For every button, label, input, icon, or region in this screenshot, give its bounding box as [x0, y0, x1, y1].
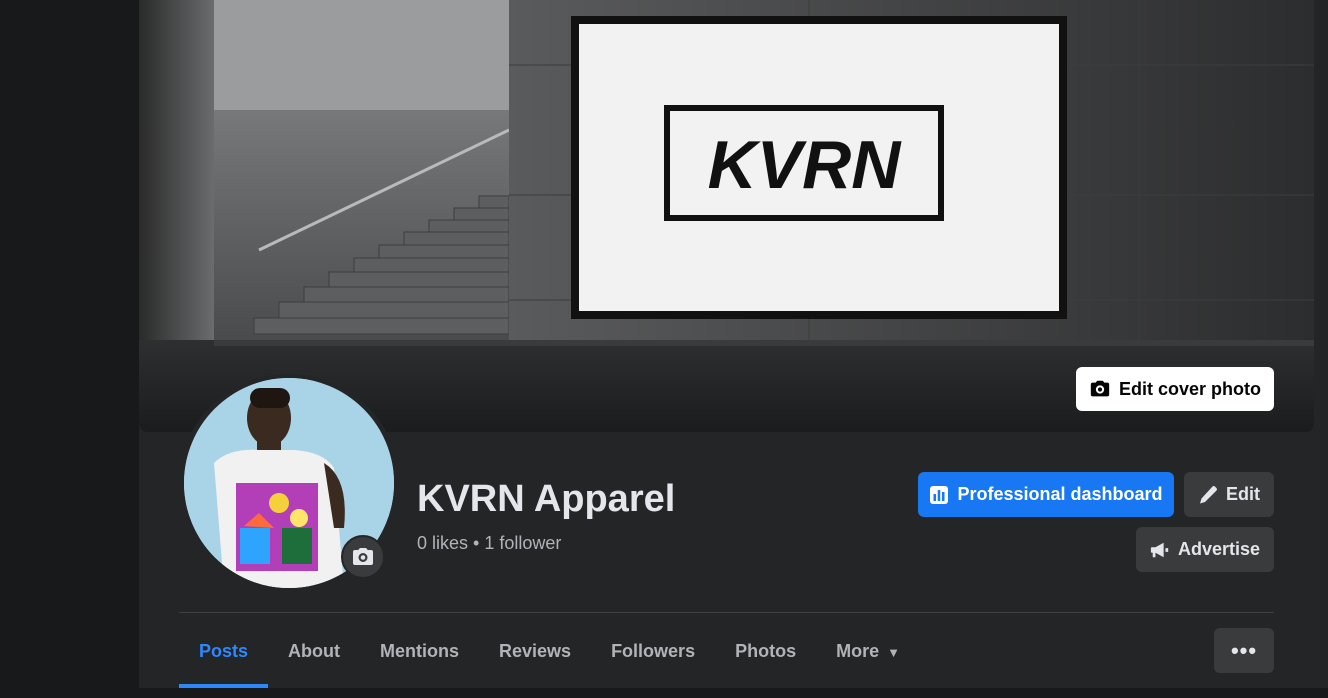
- advertise-label: Advertise: [1177, 539, 1261, 559]
- edit-cover-photo-label: Edit cover photo: [1118, 378, 1261, 399]
- tab-label: About: [288, 640, 341, 661]
- more-options-button[interactable]: •••: [1214, 628, 1274, 673]
- edit-button[interactable]: Edit: [1184, 472, 1274, 517]
- tab-label: Followers: [611, 640, 696, 661]
- page: KVRN Edit cover photo KVRN Apparel 0 lik…: [0, 0, 1328, 698]
- divider: [179, 612, 1274, 613]
- page-stats[interactable]: 0 likes • 1 follower: [417, 533, 561, 554]
- bottom-gutter: [0, 688, 1328, 698]
- tab-label: Photos: [735, 640, 797, 661]
- billboard-text: KVRN: [708, 127, 903, 203]
- advertise-button[interactable]: Advertise: [1136, 527, 1274, 572]
- tab-label: Mentions: [380, 640, 460, 661]
- tab-about[interactable]: About: [268, 614, 360, 688]
- camera-icon: [351, 545, 375, 569]
- pencil-icon: [1198, 485, 1218, 505]
- tab-label: More: [836, 640, 880, 661]
- page-title: KVRN Apparel: [417, 478, 676, 520]
- tab-posts[interactable]: Posts: [179, 614, 269, 688]
- dashboard-chart-icon: [929, 485, 949, 505]
- edit-label: Edit: [1226, 484, 1260, 504]
- more-options-icon: •••: [1230, 637, 1258, 663]
- edit-cover-photo-button[interactable]: Edit cover photo: [1076, 367, 1274, 411]
- professional-dashboard-button[interactable]: Professional dashboard: [918, 472, 1174, 517]
- camera-icon: [1089, 378, 1111, 400]
- professional-dashboard-label: Professional dashboard: [957, 484, 1163, 504]
- left-gutter: [0, 0, 139, 698]
- tab-mentions[interactable]: Mentions: [360, 614, 479, 688]
- update-profile-picture-button[interactable]: [341, 535, 385, 579]
- tab-followers[interactable]: Followers: [591, 614, 715, 688]
- megaphone-icon: [1150, 540, 1170, 560]
- caret-down-icon: ▼: [887, 644, 900, 660]
- profile-tabs: Posts About Mentions Reviews Followers P…: [179, 614, 920, 688]
- tab-label: Posts: [199, 640, 249, 661]
- tab-more[interactable]: More ▼: [816, 614, 920, 688]
- tab-reviews[interactable]: Reviews: [479, 614, 591, 688]
- tab-label: Reviews: [499, 640, 572, 661]
- tab-photos[interactable]: Photos: [715, 614, 816, 688]
